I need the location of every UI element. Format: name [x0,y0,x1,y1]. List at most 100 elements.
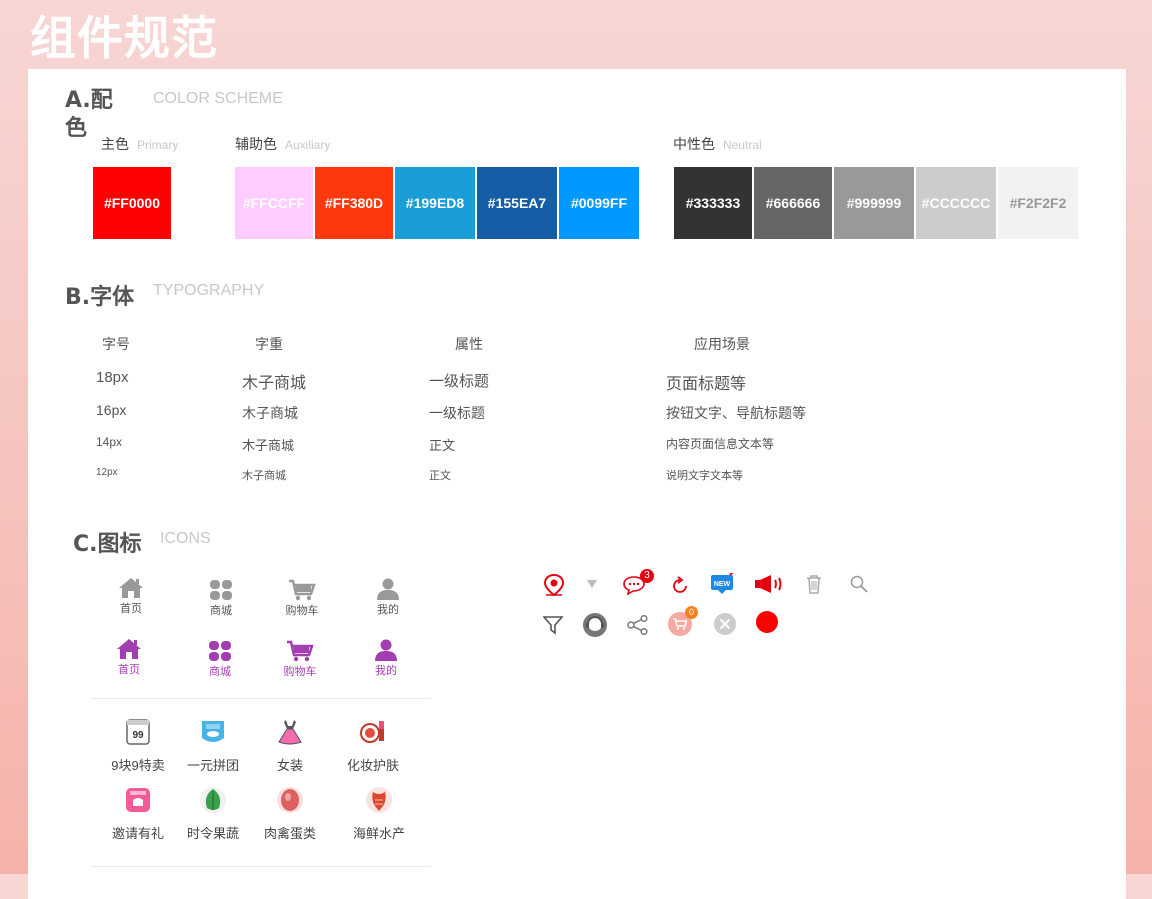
invite-icon [126,788,150,812]
typo-attr-12: 正文 [429,470,451,482]
tab-label: 商城 [210,605,232,617]
category-label: 一元拼团 [186,758,239,773]
tab-home-inactive[interactable]: 首页 [96,577,166,616]
filter-icon[interactable] [543,615,563,635]
swatch-label: #666666 [765,195,821,211]
tab-mall-active[interactable]: 商城 [185,640,255,679]
category-label: 海鲜水产 [352,826,405,841]
typo-header-usage: 应用场景 [694,336,750,352]
share-icon[interactable] [627,615,649,635]
cart-glyph-icon [673,618,687,630]
search-icon[interactable] [850,575,868,593]
divider [92,698,430,699]
tab-home-active[interactable]: 首页 [94,638,164,677]
typo-size-14: 14px [96,435,123,449]
svg-text:99: 99 [132,730,144,741]
swatch-label: #FF380D [324,195,384,211]
grid-icon [209,641,231,661]
dress-icon [278,720,302,745]
grid-icon [210,580,232,600]
swatch-neutral-0: #333333 [674,167,752,239]
typo-header-attr: 属性 [455,336,483,352]
category-item[interactable]: 女装 [250,718,330,774]
category-item[interactable]: 海鲜水产 [339,786,419,842]
category-item[interactable]: 邀请有礼 [98,786,178,842]
swatch-neutral-3: #CCCCCC [916,167,996,239]
customer-service-icon[interactable] [582,612,608,638]
red-dot-icon [756,611,778,633]
typo-weight-18: 木子商城 [242,375,307,392]
megaphone-icon[interactable] [754,574,784,594]
tab-cart-inactive[interactable]: 购物车 [267,579,337,618]
category-item[interactable]: 99 9块9特卖 [98,718,178,774]
swatch-label: #999999 [846,195,902,211]
category-label: 时令果蔬 [186,826,239,841]
swatch-label: #CCCCCC [921,195,991,211]
typo-attr-18: 一级标题 [429,373,490,390]
group-label: 辅助色 [235,136,277,152]
new-badge-icon[interactable]: NEW [710,573,734,595]
category-item[interactable]: 化妆护肤 [333,718,413,774]
divider [92,866,430,867]
category-item[interactable]: 时令果蔬 [173,786,253,842]
typo-usage-16: 按钮文字、导航标题等 [666,405,806,421]
tab-label: 首页 [118,664,140,676]
tab-mall-inactive[interactable]: 商城 [186,579,256,618]
svg-text:NEW: NEW [714,581,731,588]
discount-99-icon: 99 [126,719,150,745]
tab-label: 首页 [120,603,142,615]
typo-usage-14: 内容页面信息文本等 [666,437,775,451]
typo-header-weight: 字重 [255,336,283,352]
group-buy-icon [202,721,224,742]
tab-label: 购物车 [283,666,317,678]
user-icon [377,578,399,600]
swatch-label: #155EA7 [487,195,547,211]
swatch-auxiliary-2: #199ED8 [395,167,475,239]
category-label: 邀请有礼 [111,826,164,841]
trash-icon[interactable] [805,574,823,594]
swatch-label: #333333 [685,195,741,211]
swatch-label: #199ED8 [405,195,465,211]
section-subtitle-color: COLOR SCHEME [153,90,283,107]
typo-attr-16: 一级标题 [429,405,485,421]
section-subtitle-typography: TYPOGRAPHY [153,282,265,299]
swatch-auxiliary-1: #FF380D [315,167,393,239]
swatch-auxiliary-4: #0099FF [559,167,639,239]
swatch-label: #0099FF [570,195,628,211]
category-label: 9块9特卖 [111,758,165,773]
tab-mine-active[interactable]: 我的 [351,639,421,678]
tab-cart-active[interactable]: 购物车 [265,640,335,679]
category-item[interactable]: 一元拼团 [173,718,253,774]
cart-badge: 0 [685,606,698,619]
category-item[interactable]: 肉禽蛋类 [250,786,330,842]
section-title-icons: C.图标 [73,532,142,557]
cart-icon [289,579,316,601]
tab-label: 商城 [209,666,231,678]
typo-size-16: 16px [96,402,127,418]
group-sublabel: Primary [137,138,179,152]
close-circle-icon[interactable] [713,612,737,636]
cart-round-icon-wrap[interactable]: 0 [668,606,702,638]
dropdown-arrow-icon[interactable] [586,579,598,589]
typo-size-12: 12px [96,467,118,478]
meat-icon [277,787,303,813]
cosmetics-icon [360,721,384,743]
swatch-primary-0: #FF0000 [93,167,171,239]
page-title: 组件规范 [30,11,218,65]
tab-label: 我的 [377,604,399,616]
typo-weight-12: 木子商城 [242,470,286,482]
location-icon[interactable] [542,573,566,597]
tab-label: 购物车 [285,605,319,617]
swatch-auxiliary-0: #FFCCFF [235,167,313,239]
typo-size-18: 18px [96,369,129,386]
group-sublabel: Auxiliary [285,138,331,152]
refresh-icon[interactable] [670,576,690,596]
cart-icon [287,640,314,662]
section-title-typography: B.字体 [65,285,135,310]
color-group-auxiliary: 辅助色 Auxiliary [235,134,330,154]
category-label: 女装 [276,758,303,773]
tab-mine-inactive[interactable]: 我的 [353,578,423,617]
message-icon-wrap[interactable]: 3 [623,569,655,597]
swatch-label: #FFCCFF [242,195,306,211]
typo-usage-12: 说明文字文本等 [666,470,743,482]
